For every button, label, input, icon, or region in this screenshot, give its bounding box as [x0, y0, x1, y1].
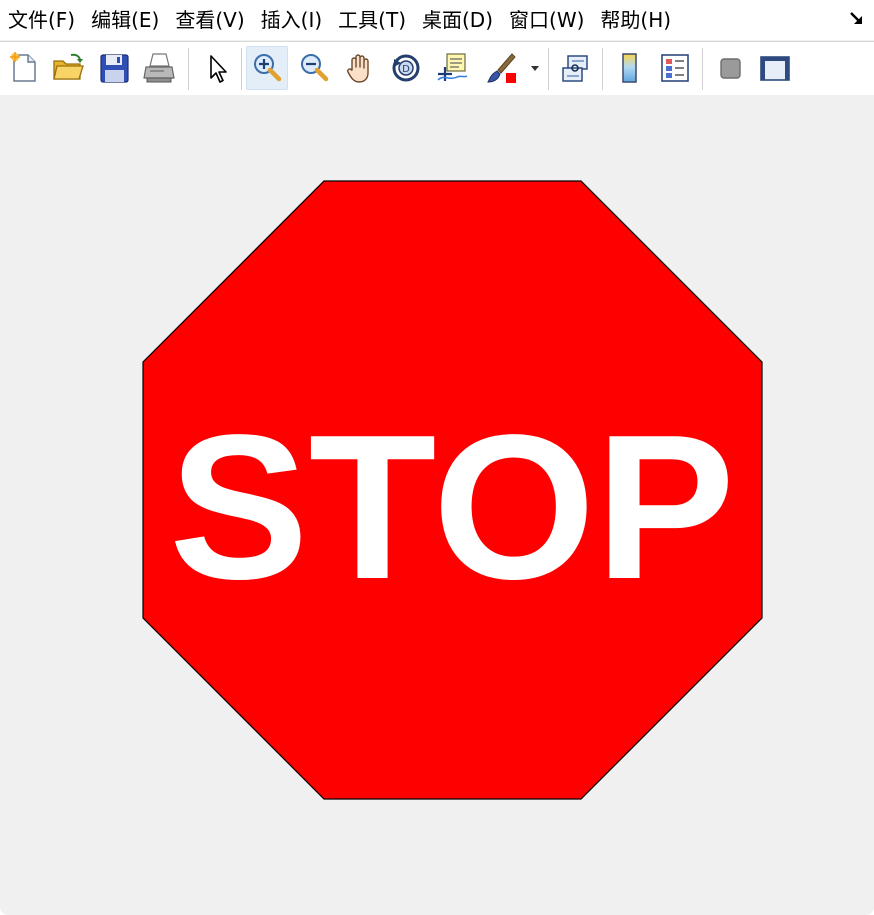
print-icon[interactable]: [138, 46, 180, 90]
legend-icon[interactable]: [654, 46, 696, 90]
toolbar-separator: [188, 48, 189, 90]
undock-arrow-icon[interactable]: [848, 10, 866, 28]
save-icon[interactable]: [93, 46, 135, 90]
link-plot-icon[interactable]: [554, 46, 596, 90]
stop-sign-text: STOP: [169, 392, 735, 622]
rotate-3d-icon[interactable]: D: [385, 46, 427, 90]
stop-sign-graphic: STOP: [142, 180, 763, 800]
pan-hand-icon[interactable]: [339, 46, 381, 90]
toolbar-separator: [548, 48, 549, 90]
colorbar-icon[interactable]: [608, 46, 650, 90]
menu-help[interactable]: 帮助(H): [592, 0, 679, 40]
show-plot-tools-icon[interactable]: [754, 46, 796, 90]
hide-plot-tools-icon[interactable]: [709, 46, 751, 90]
pointer-arrow-icon[interactable]: [196, 46, 238, 90]
data-cursor-icon[interactable]: [431, 46, 473, 90]
menu-tools[interactable]: 工具(T): [330, 0, 414, 40]
figure-canvas[interactable]: STOP: [0, 95, 874, 915]
brush-dropdown-icon[interactable]: [522, 46, 548, 90]
menu-view[interactable]: 查看(V): [167, 0, 252, 40]
zoom-out-icon[interactable]: [293, 46, 335, 90]
figure-toolbar: D: [0, 41, 874, 96]
toolbar-separator: [241, 48, 242, 90]
toolbar-separator: [702, 48, 703, 90]
menu-desktop[interactable]: 桌面(D): [414, 0, 501, 40]
svg-text:D: D: [402, 64, 410, 75]
new-figure-icon[interactable]: [3, 46, 45, 90]
menu-insert[interactable]: 插入(I): [253, 0, 331, 40]
menu-window[interactable]: 窗口(W): [501, 0, 592, 40]
brush-icon[interactable]: [480, 46, 522, 90]
zoom-in-icon[interactable]: [246, 46, 288, 90]
menu-bar: 文件(F) 编辑(E) 查看(V) 插入(I) 工具(T) 桌面(D) 窗口(W…: [0, 0, 874, 40]
menu-edit[interactable]: 编辑(E): [83, 0, 167, 40]
figure-window: 文件(F) 编辑(E) 查看(V) 插入(I) 工具(T) 桌面(D) 窗口(W…: [0, 0, 874, 915]
menu-file[interactable]: 文件(F): [0, 0, 83, 40]
open-file-icon[interactable]: [47, 46, 89, 90]
toolbar-separator: [602, 48, 603, 90]
